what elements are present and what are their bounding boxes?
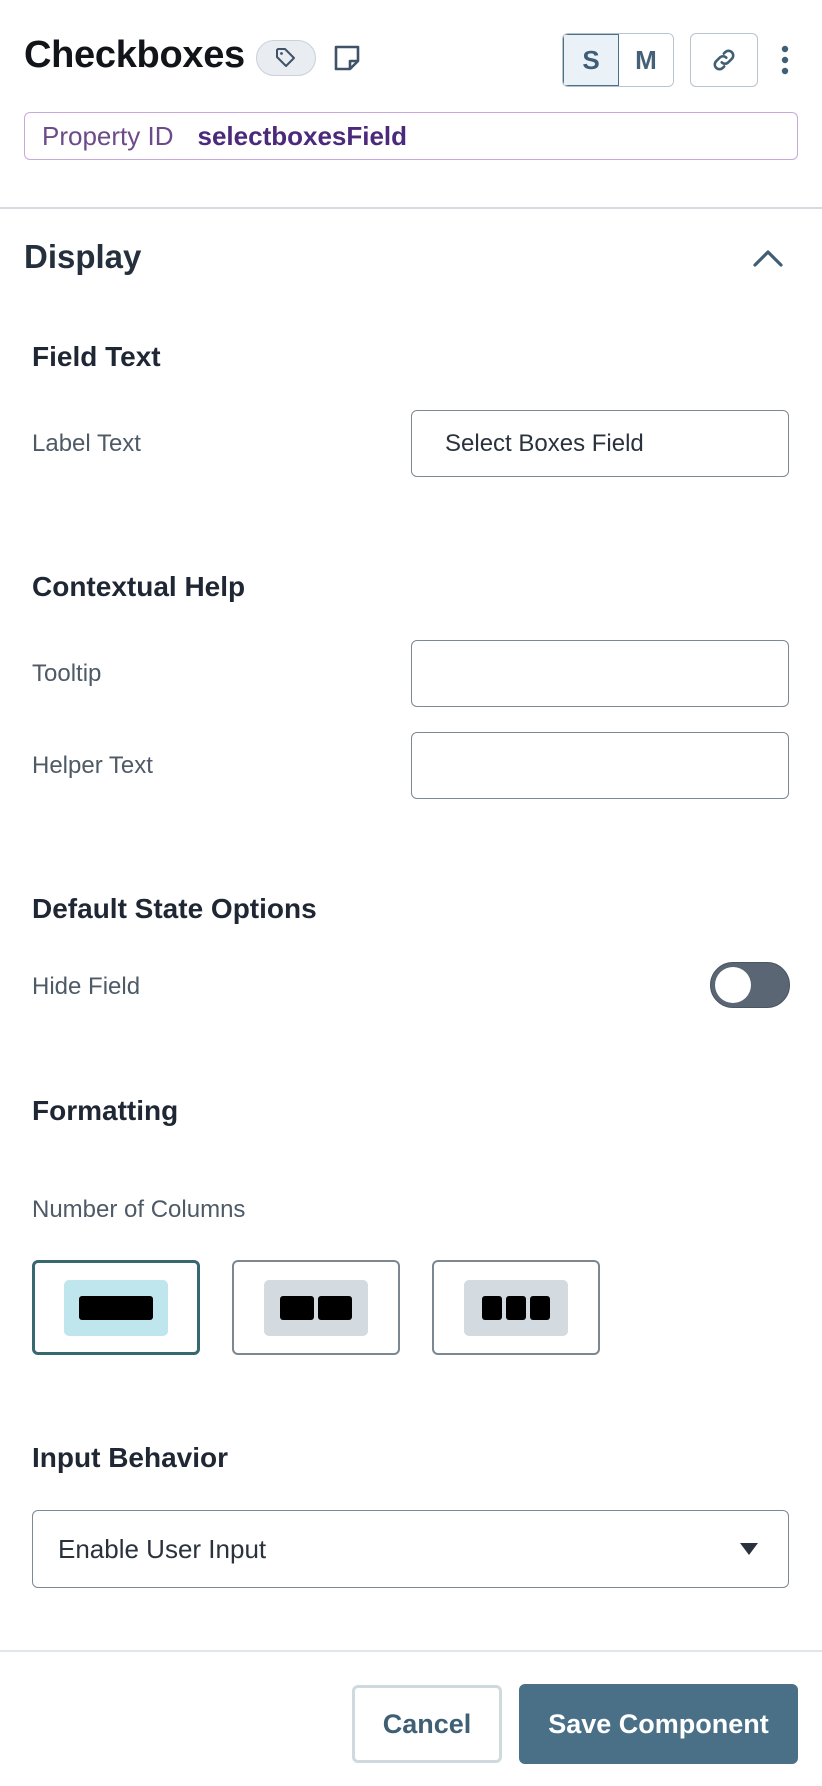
more-options-button[interactable] <box>770 38 800 82</box>
input-behavior-value: Enable User Input <box>58 1533 267 1564</box>
helper-text-input[interactable] <box>411 732 789 799</box>
caret-down-icon <box>740 1543 758 1555</box>
panel-header: Checkboxes S M Property ID selectboxesFi… <box>0 0 822 208</box>
tooltip-input[interactable] <box>411 640 789 707</box>
more-vertical-icon <box>781 45 789 75</box>
label-text-label: Label Text <box>32 430 141 457</box>
collapse-button[interactable] <box>748 240 788 276</box>
footer-divider <box>0 1650 822 1652</box>
input-behavior-select[interactable]: Enable User Input <box>32 1510 789 1588</box>
property-id-field[interactable]: Property ID selectboxesField <box>24 112 798 160</box>
size-option-s[interactable]: S <box>563 34 619 86</box>
header-divider <box>0 207 822 209</box>
number-of-columns-label: Number of Columns <box>32 1196 246 1223</box>
formatting-heading: Formatting <box>32 1095 179 1126</box>
link-icon <box>713 49 735 71</box>
two-column-icon <box>264 1279 368 1336</box>
property-id-label: Property ID <box>42 120 174 151</box>
component-title: Checkboxes <box>24 34 245 76</box>
input-behavior-heading: Input Behavior <box>32 1442 229 1473</box>
tooltip-label: Tooltip <box>32 660 102 687</box>
note-button[interactable] <box>330 40 364 76</box>
columns-option-2[interactable] <box>232 1260 400 1355</box>
tag-icon <box>276 48 295 67</box>
note-icon <box>334 45 360 71</box>
size-toggle: S M <box>562 33 674 87</box>
columns-option-3[interactable] <box>432 1260 600 1355</box>
columns-option-1[interactable] <box>32 1260 200 1355</box>
hide-field-toggle[interactable] <box>710 962 790 1008</box>
toggle-knob <box>715 967 751 1003</box>
contextual-help-heading: Contextual Help <box>32 571 246 602</box>
tag-button[interactable] <box>256 40 316 76</box>
link-button[interactable] <box>690 33 758 87</box>
size-option-m[interactable]: M <box>619 34 673 86</box>
field-text-heading: Field Text <box>32 341 161 372</box>
save-component-button[interactable]: Save Component <box>519 1684 798 1764</box>
property-id-value: selectboxesField <box>197 120 408 151</box>
default-state-heading: Default State Options <box>32 893 317 924</box>
chevron-up-icon <box>753 250 783 267</box>
helper-text-label: Helper Text <box>32 752 153 779</box>
label-text-input[interactable]: Select Boxes Field <box>411 410 789 477</box>
section-title-display[interactable]: Display <box>24 238 141 276</box>
three-column-icon <box>464 1279 568 1336</box>
hide-field-label: Hide Field <box>32 973 141 1000</box>
cancel-button[interactable]: Cancel <box>352 1685 502 1763</box>
one-column-icon <box>64 1279 168 1336</box>
